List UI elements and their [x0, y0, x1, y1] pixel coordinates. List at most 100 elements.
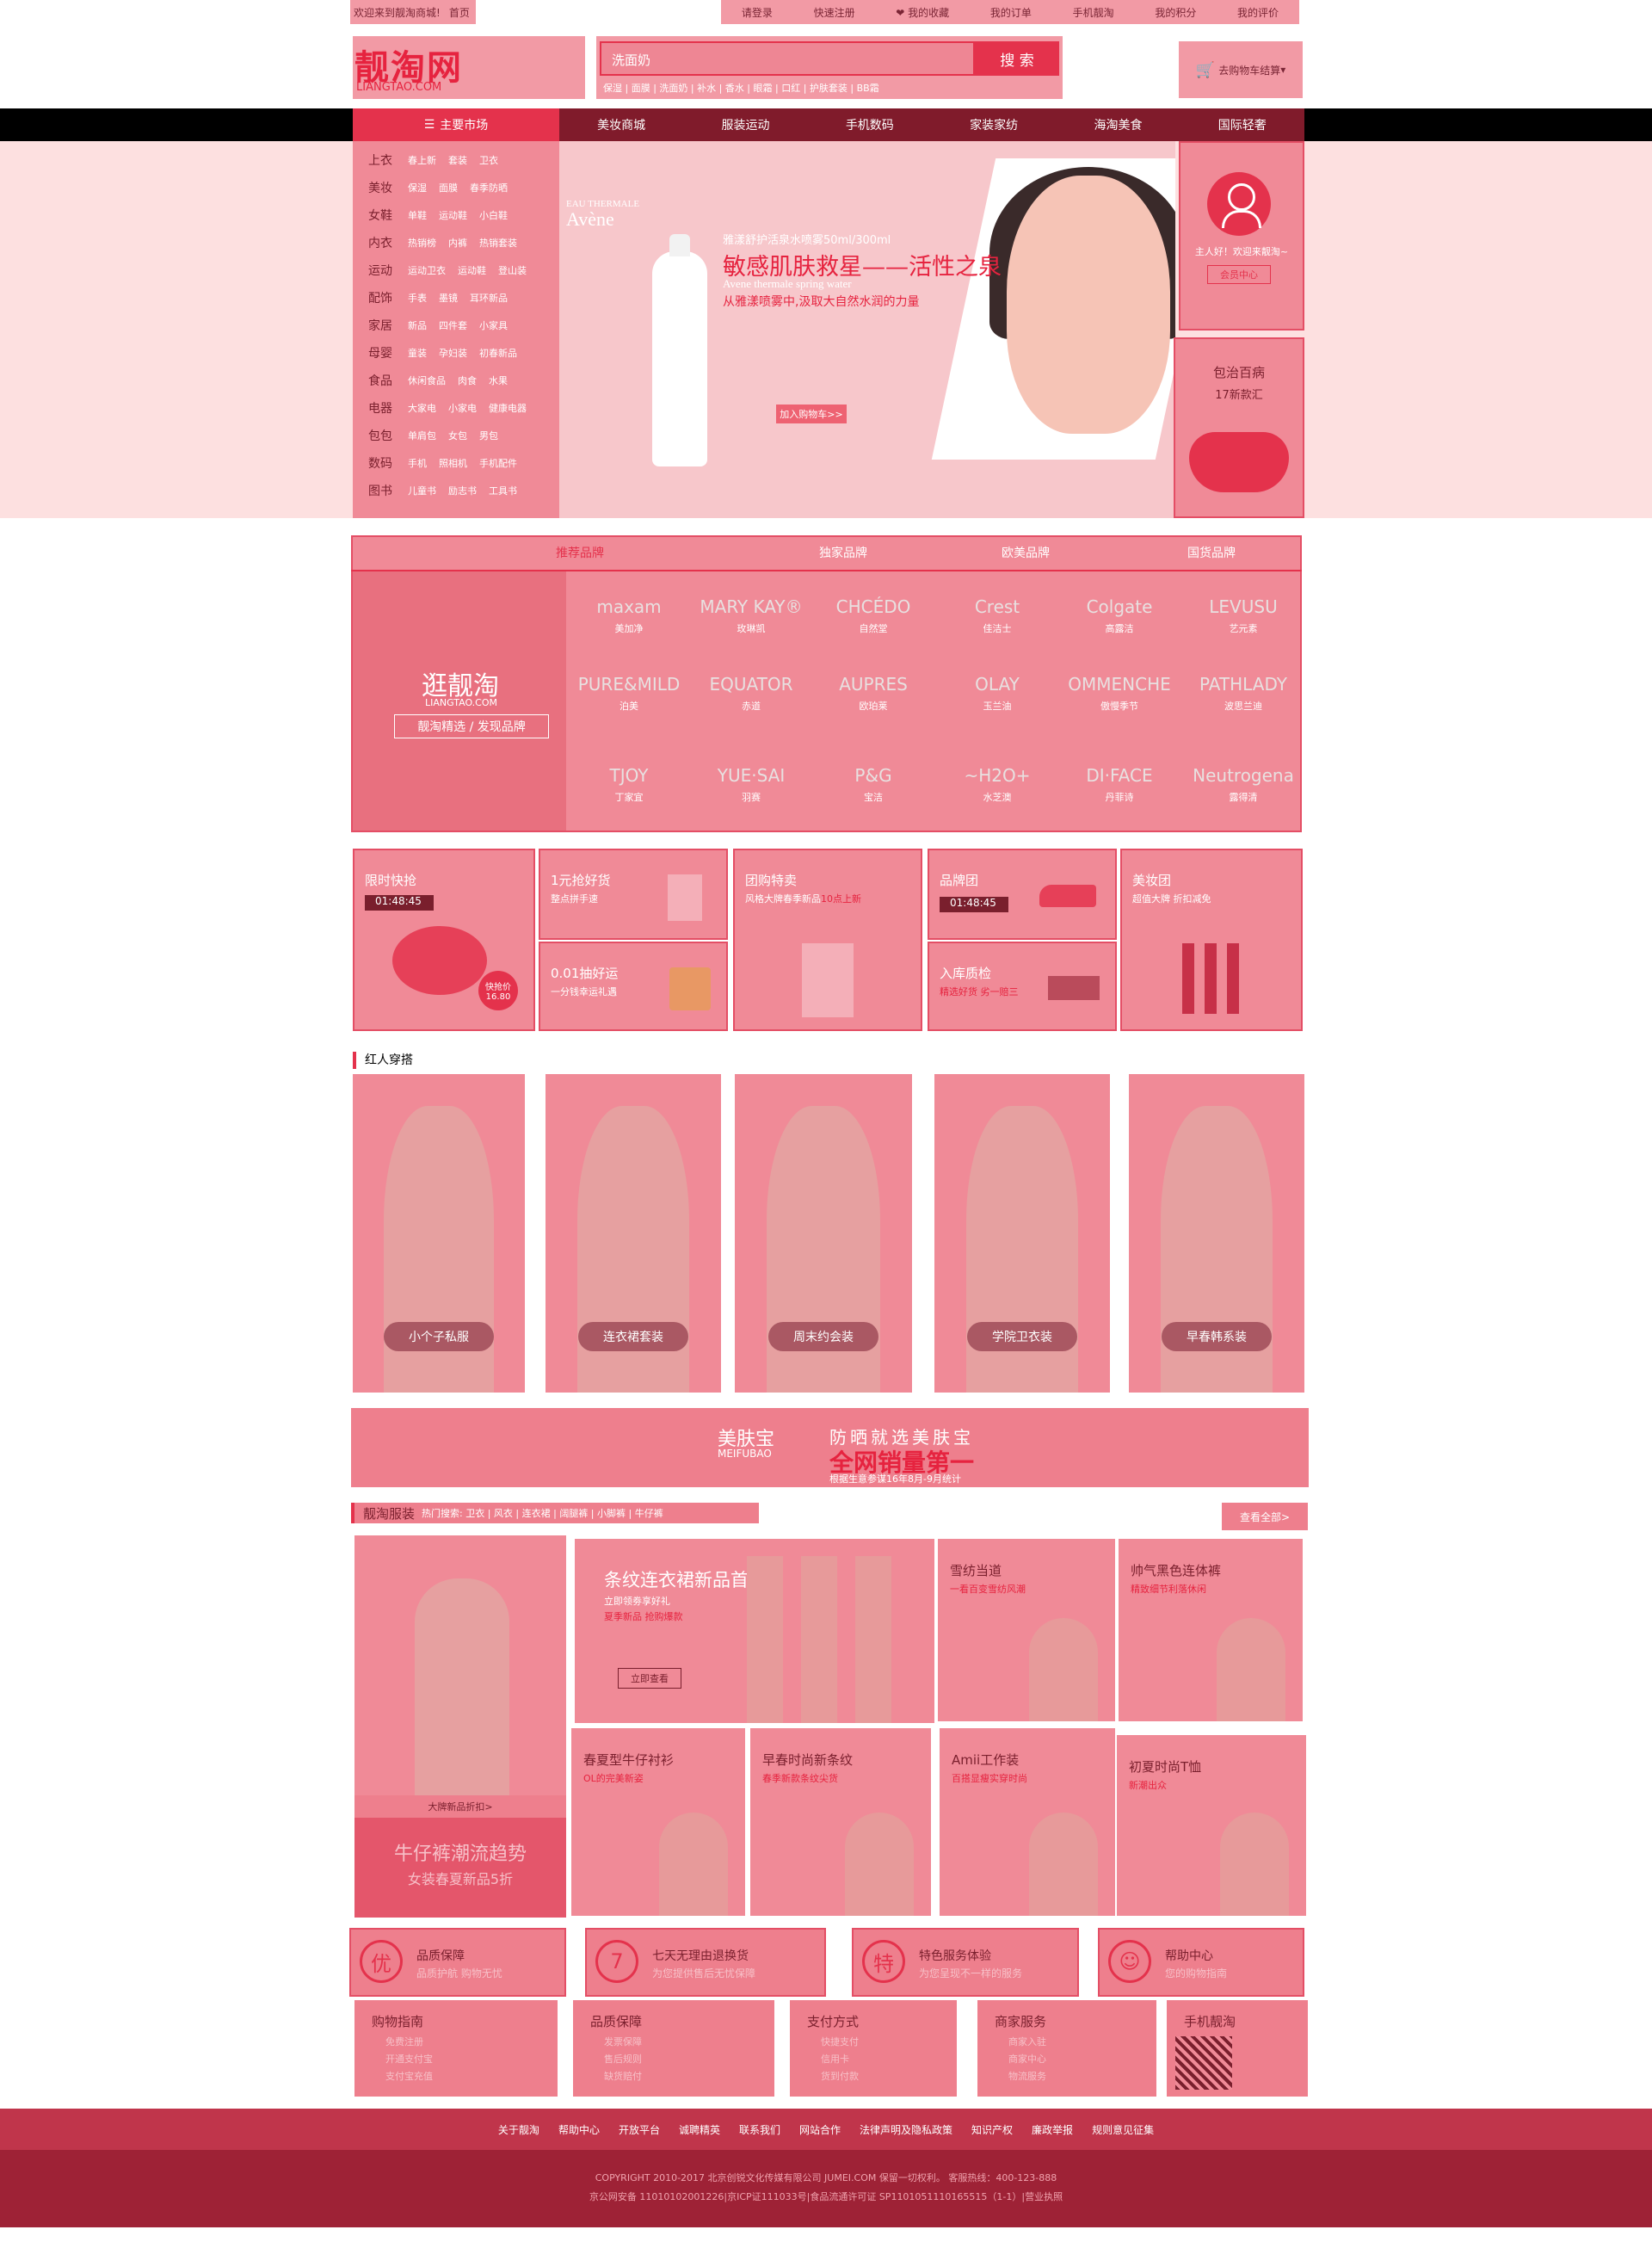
brand-item[interactable]: OLAY 玉兰油 [941, 670, 1053, 713]
footer-link[interactable]: 信用卡 [821, 2052, 849, 2066]
service-item[interactable]: 7 七天无理由退换货 为您提供售后无忧保障 [585, 1928, 826, 1997]
category-link[interactable]: 运动鞋 [458, 263, 486, 277]
footer-nav-link[interactable]: 知识产权 [971, 2122, 1013, 2137]
category-row[interactable]: 女鞋 单鞋 运动鞋 小白鞋 [368, 207, 508, 224]
category-heading[interactable]: 食品 [368, 372, 396, 389]
category-link[interactable]: 面膜 [439, 181, 458, 195]
look-label[interactable]: 早春韩系装 [1162, 1322, 1272, 1351]
tab-western[interactable]: 欧美品牌 [974, 544, 1077, 561]
search-input[interactable]: 洗面奶 [600, 41, 975, 76]
category-link[interactable]: 励志书 [448, 484, 477, 497]
footer-nav-link[interactable]: 诚聘精英 [679, 2122, 720, 2137]
nav-digital[interactable]: 手机数码 [846, 116, 894, 133]
category-link[interactable]: 手机 [408, 456, 427, 470]
brand-item[interactable]: AUPRES 欧珀莱 [817, 670, 929, 713]
category-heading[interactable]: 电器 [368, 399, 396, 417]
brand-item[interactable]: Neutrogena 露得清 [1187, 761, 1299, 804]
brand-item[interactable]: P&G 宝洁 [817, 761, 929, 804]
clothing-item[interactable]: 帅气黑色连体裤 精致细节利落休闲 [1119, 1539, 1303, 1721]
category-link[interactable]: 健康电器 [489, 401, 527, 415]
footer-nav-link[interactable]: 网站合作 [799, 2122, 841, 2137]
nav-luxury[interactable]: 国际轻奢 [1218, 116, 1267, 133]
favorites-link[interactable]: ❤ 我的收藏 [896, 5, 949, 20]
footer-nav-link[interactable]: 规则意见征集 [1092, 2122, 1154, 2137]
category-heading[interactable]: 包包 [368, 427, 396, 444]
look-label[interactable]: 小个子私服 [384, 1322, 494, 1351]
tab-exclusive[interactable]: 独家品牌 [792, 544, 895, 561]
category-row[interactable]: 家居 新品 四件套 小家具 [368, 317, 508, 334]
member-center-button[interactable]: 会员中心 [1207, 265, 1271, 284]
hero-banner[interactable]: EAU THERMALE Avène 雅漾舒护活泉水喷雾50ml/300ml 敏感… [559, 141, 1175, 518]
look-card[interactable]: 学院卫衣装 [934, 1074, 1110, 1393]
brand-item[interactable]: Colgate 高露洁 [1063, 592, 1175, 635]
clothing-hot-search[interactable]: 热门搜索: 卫衣 | 风衣 | 连衣裙 | 阔腿裤 | 小脚裤 | 牛仔裤 [422, 1506, 663, 1520]
category-link[interactable]: 大家电 [408, 401, 436, 415]
category-heading[interactable]: 图书 [368, 482, 396, 499]
category-link[interactable]: 小家电 [448, 401, 477, 415]
footer-nav-link[interactable]: 帮助中心 [558, 2122, 600, 2137]
category-heading[interactable]: 家居 [368, 317, 396, 334]
deal-brand[interactable]: 品牌团 01:48:45 [928, 849, 1117, 940]
search-button[interactable]: 搜 索 [975, 41, 1059, 76]
clothing-item[interactable]: 春夏型牛仔衬衫 OL的完美新姿 [571, 1728, 745, 1916]
deal-quality[interactable]: 入库质检 精选好货 劣一赔三 [928, 942, 1117, 1031]
bag-ad[interactable]: 包治百病 17新款汇 [1174, 337, 1304, 518]
brand-item[interactable]: YUE·SAI 羽赛 [695, 761, 807, 804]
category-heading[interactable]: 上衣 [368, 151, 396, 169]
category-link[interactable]: 热销榜 [408, 236, 436, 250]
category-link[interactable]: 初春新品 [479, 346, 517, 360]
footer-nav-link[interactable]: 廉政举报 [1032, 2122, 1073, 2137]
register-link[interactable]: 快速注册 [814, 5, 855, 20]
nav-home[interactable]: 家装家纺 [970, 116, 1018, 133]
deal-flash[interactable]: 限时快抢 01:48:45 快抢价 16.80 [353, 849, 535, 1031]
brand-item[interactable]: TJOY 丁家宜 [573, 761, 685, 804]
category-link[interactable]: 热销套装 [479, 236, 517, 250]
footer-nav-link[interactable]: 关于靓淘 [498, 2122, 539, 2137]
category-link[interactable]: 孕妇装 [439, 346, 467, 360]
category-heading[interactable]: 美妆 [368, 179, 396, 196]
category-link[interactable]: 手机配件 [479, 456, 517, 470]
category-row[interactable]: 数码 手机 照相机 手机配件 [368, 454, 517, 472]
orders-link[interactable]: 我的订单 [990, 5, 1032, 20]
view-all-button[interactable]: 查看全部> [1222, 1503, 1308, 1530]
category-link[interactable]: 卫衣 [479, 153, 498, 167]
category-link[interactable]: 运动鞋 [439, 208, 467, 222]
brand-item[interactable]: ~H2O+ 水芝澳 [941, 761, 1053, 804]
category-row[interactable]: 食品 休闲食品 肉食 水果 [368, 372, 508, 389]
clothing-item[interactable]: Amii工作装 百搭显瘦实穿时尚 [940, 1728, 1115, 1916]
category-row[interactable]: 包包 单肩包 女包 男包 [368, 427, 498, 444]
category-link[interactable]: 女包 [448, 429, 467, 442]
category-row[interactable]: 运动 运动卫衣 运动鞋 登山装 [368, 262, 527, 279]
category-link[interactable]: 登山装 [498, 263, 527, 277]
category-row[interactable]: 内衣 热销榜 内裤 热销套装 [368, 234, 517, 251]
look-card[interactable]: 小个子私服 [353, 1074, 525, 1393]
hot-keywords[interactable]: 保湿 | 面膜 | 洗面奶 | 补水 | 香水 | 眼霜 | 口红 | 护肤套装… [603, 81, 879, 95]
reviews-link[interactable]: 我的评价 [1237, 5, 1279, 20]
category-link[interactable]: 运动卫衣 [408, 263, 446, 277]
brand-item[interactable]: PATHLADY 波思兰迪 [1187, 670, 1299, 713]
footer-link[interactable]: 免费注册 [385, 2035, 423, 2048]
cart-button[interactable]: 🛒 去购物车结算 ▾ [1179, 41, 1303, 98]
look-card[interactable]: 周末约会装 [735, 1074, 912, 1393]
category-link[interactable]: 小白鞋 [479, 208, 508, 222]
footer-link[interactable]: 物流服务 [1008, 2069, 1046, 2083]
category-link[interactable]: 水果 [489, 374, 508, 387]
category-heading[interactable]: 女鞋 [368, 207, 396, 224]
category-link[interactable]: 墨镜 [439, 291, 458, 305]
category-link[interactable]: 春季防晒 [470, 181, 508, 195]
deal-lucky[interactable]: 0.01抽好运 一分钱幸运礼遇 [539, 942, 728, 1031]
nav-food[interactable]: 海淘美食 [1094, 116, 1142, 133]
clothing-feature[interactable]: 条纹连衣裙新品首发 立即领劵享好礼 夏季新品 抢购爆款 立即查看 [575, 1539, 934, 1723]
main-market-button[interactable]: ☰ 主要市场 [353, 108, 559, 141]
footer-link[interactable]: 商家入驻 [1008, 2035, 1046, 2048]
clothing-item[interactable]: 初夏时尚T恤 新潮出众 [1117, 1735, 1306, 1916]
points-link[interactable]: 我的积分 [1155, 5, 1196, 20]
category-heading[interactable]: 母婴 [368, 344, 396, 361]
footer-link[interactable]: 货到付款 [821, 2069, 859, 2083]
category-row[interactable]: 配饰 手表 墨镜 耳环新品 [368, 289, 508, 306]
category-link[interactable]: 保湿 [408, 181, 427, 195]
category-link[interactable]: 四件套 [439, 318, 467, 332]
brand-item[interactable]: Crest 佳洁士 [941, 592, 1053, 635]
category-link[interactable]: 套装 [448, 153, 467, 167]
brand-item[interactable]: DI·FACE 丹菲诗 [1063, 761, 1175, 804]
